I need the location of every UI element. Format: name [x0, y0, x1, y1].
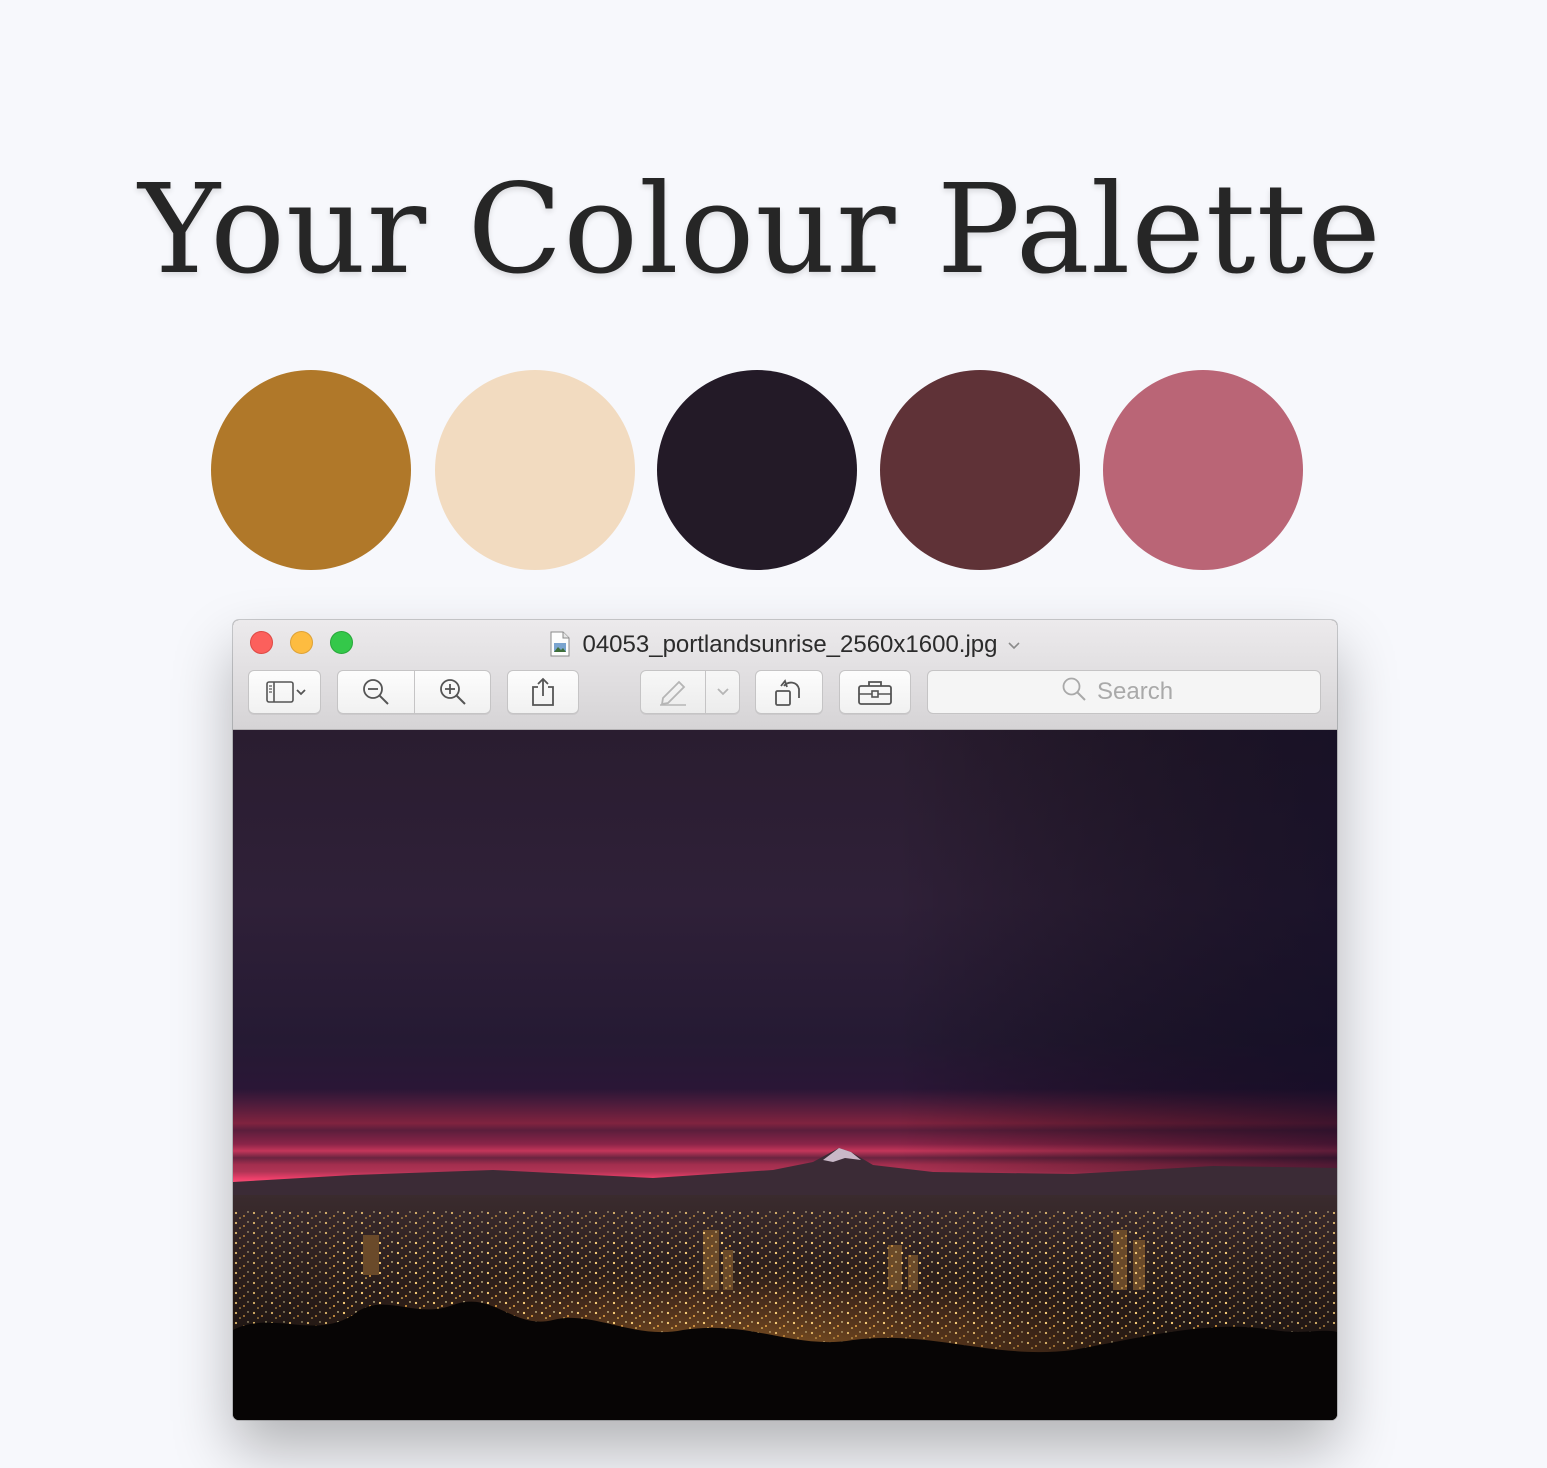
share-icon — [530, 677, 556, 707]
search-input[interactable] — [1097, 678, 1187, 706]
chevron-down-icon — [1007, 628, 1020, 658]
zoom-out-icon — [361, 677, 391, 707]
document-title-label: 04053_portlandsunrise_2560x1600.jpg — [582, 631, 998, 658]
toolbox-icon — [857, 678, 893, 706]
city-skyline-at-dusk-photo — [233, 730, 1337, 1420]
swatch-wine[interactable] — [880, 370, 1080, 570]
toolbox-button[interactable] — [839, 670, 911, 714]
rotate-left-button[interactable] — [755, 670, 823, 714]
share-button[interactable] — [507, 670, 579, 714]
preview-window: 04053_portlandsunrise_2560x1600.jpg — [233, 620, 1337, 1420]
jpeg-file-icon — [550, 631, 570, 657]
chevron-down-icon — [716, 687, 730, 697]
sidebar-icon — [263, 680, 307, 704]
zoom-out-button[interactable] — [337, 670, 415, 714]
search-field[interactable] — [927, 670, 1321, 714]
swatch-ochre[interactable] — [211, 370, 411, 570]
document-title[interactable]: 04053_portlandsunrise_2560x1600.jpg — [233, 628, 1337, 660]
palette-swatches — [0, 370, 1547, 570]
swatch-rose[interactable] — [1103, 370, 1303, 570]
window-titlebar: 04053_portlandsunrise_2560x1600.jpg — [233, 620, 1337, 730]
zoom-in-icon — [438, 677, 468, 707]
markup-button[interactable] — [640, 670, 706, 714]
rotate-left-icon — [773, 676, 805, 708]
markup-menu-button[interactable] — [706, 670, 740, 714]
swatch-midnight[interactable] — [657, 370, 857, 570]
markup-pen-icon — [657, 678, 689, 706]
sidebar-toggle-button[interactable] — [248, 670, 321, 714]
swatch-peach[interactable] — [435, 370, 635, 570]
page-title: Your Colour Palette — [138, 158, 1382, 302]
zoom-in-button[interactable] — [415, 670, 491, 714]
search-icon — [1061, 676, 1097, 709]
